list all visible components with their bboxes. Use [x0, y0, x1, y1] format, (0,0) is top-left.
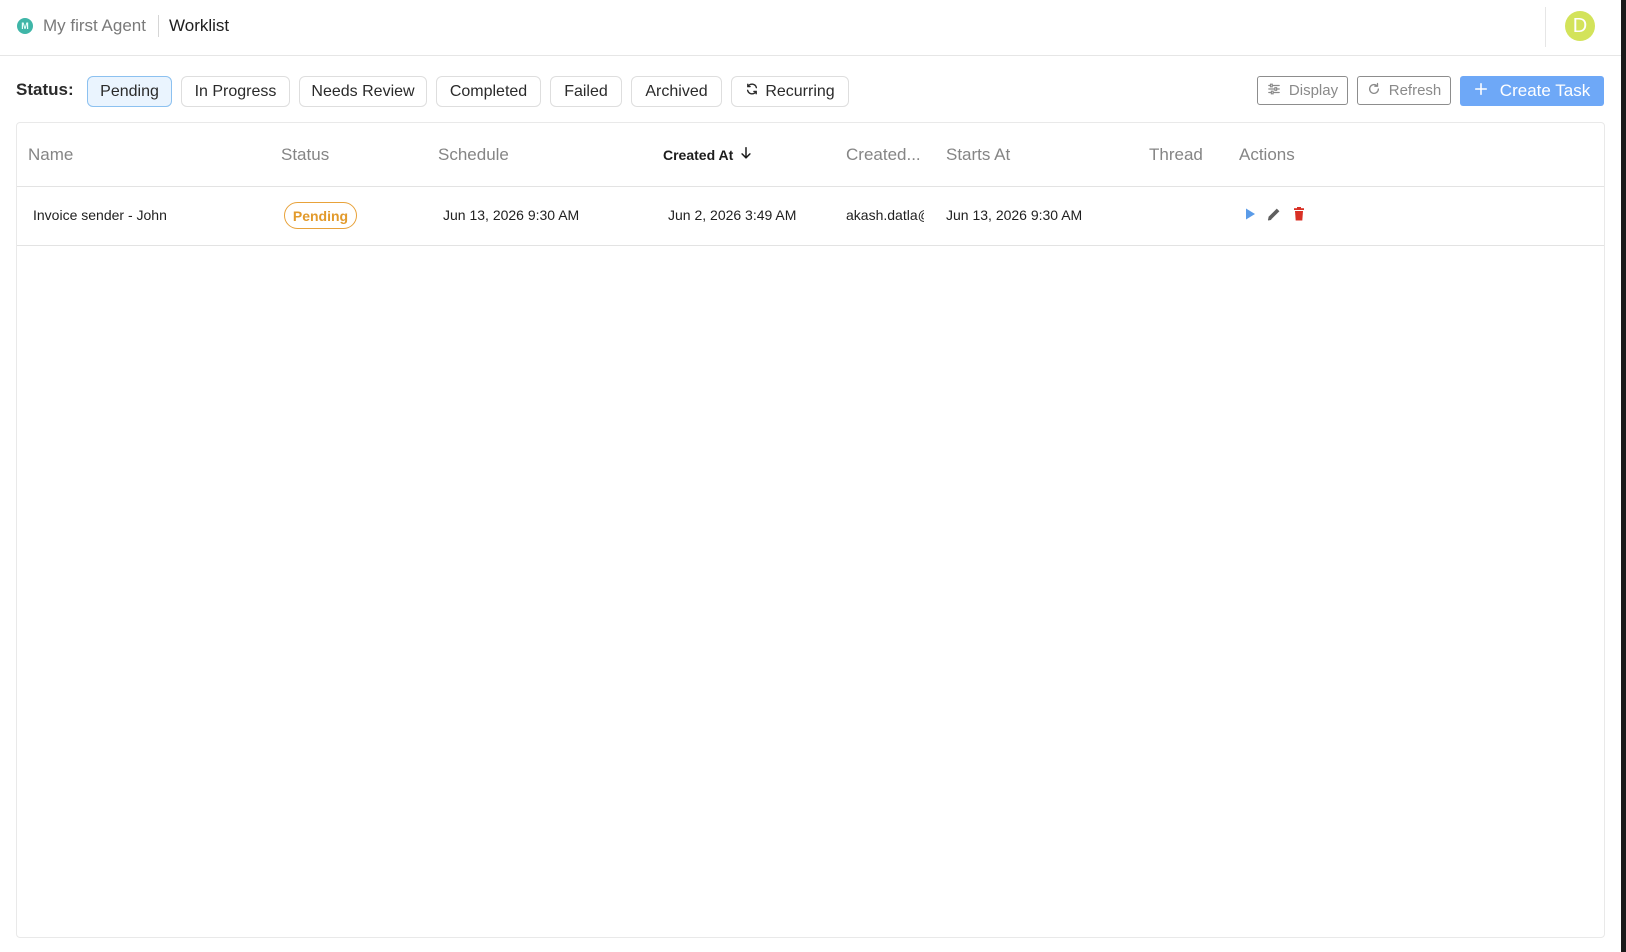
filter-chip-in-progress[interactable]: In Progress: [181, 76, 290, 107]
filter-chip-archived[interactable]: Archived: [631, 76, 722, 107]
column-header-name[interactable]: Name: [28, 145, 73, 165]
refresh-icon: [1367, 82, 1381, 100]
column-header-created-at[interactable]: Created At: [663, 146, 753, 163]
filter-chip-completed[interactable]: Completed: [436, 76, 541, 107]
cell-schedule: Jun 13, 2026 9:30 AM: [443, 207, 580, 223]
refresh-label: Refresh: [1388, 82, 1442, 99]
create-task-label: Create Task: [1499, 81, 1591, 100]
sort-desc-icon: [739, 146, 753, 163]
cell-created-by: akash.datla@: [846, 207, 924, 223]
chip-label: Completed: [449, 82, 528, 100]
top-header: M My first Agent Worklist D: [0, 0, 1621, 56]
cell-name[interactable]: Invoice sender - John: [33, 207, 167, 223]
task-table: Name Status Schedule Created At Created.…: [16, 122, 1605, 938]
table-row[interactable]: Invoice sender - John Pending Jun 13, 20…: [17, 187, 1604, 246]
cell-created-at: Jun 2, 2026 3:49 AM: [668, 207, 797, 223]
column-header-thread[interactable]: Thread: [1149, 145, 1203, 165]
filter-chip-needs-review[interactable]: Needs Review: [299, 76, 427, 107]
refresh-button[interactable]: Refresh: [1357, 76, 1451, 105]
column-header-status[interactable]: Status: [281, 145, 329, 165]
avatar[interactable]: D: [1565, 11, 1595, 41]
status-badge: Pending: [284, 202, 357, 229]
create-task-button[interactable]: Create Task: [1460, 76, 1604, 106]
window-edge: [1621, 0, 1626, 952]
column-header-created-by[interactable]: Created...: [846, 145, 921, 165]
breadcrumb-agent[interactable]: My first Agent: [43, 16, 146, 36]
plus-icon: [1474, 81, 1488, 101]
chip-label: Needs Review: [311, 82, 415, 100]
play-icon: [1242, 206, 1258, 227]
chip-label: Failed: [564, 82, 608, 100]
column-header-schedule[interactable]: Schedule: [438, 145, 509, 165]
run-task-button[interactable]: [1241, 207, 1259, 225]
page-title: Worklist: [169, 16, 230, 35]
sliders-icon: [1267, 82, 1281, 100]
header-divider: [1545, 7, 1546, 47]
chip-label: Recurring: [765, 82, 835, 100]
display-button[interactable]: Display: [1257, 76, 1348, 105]
delete-task-button[interactable]: [1290, 206, 1308, 227]
delete-icon: [1291, 206, 1307, 227]
status-filter-label: Status:: [16, 80, 74, 99]
cell-starts-at: Jun 13, 2026 9:30 AM: [946, 207, 1083, 223]
breadcrumb-divider: [158, 15, 159, 37]
edit-task-button[interactable]: [1265, 207, 1283, 225]
edit-icon: [1266, 206, 1282, 227]
table-header: Name Status Schedule Created At Created.…: [17, 123, 1604, 187]
display-label: Display: [1288, 82, 1339, 99]
app-window: M My first Agent Worklist D Status: Pend…: [0, 0, 1621, 952]
filter-chip-pending[interactable]: Pending: [87, 76, 172, 107]
chip-label: Archived: [645, 82, 708, 100]
chip-label: In Progress: [194, 82, 277, 100]
chip-label: Pending: [100, 82, 159, 100]
column-header-starts-at[interactable]: Starts At: [946, 145, 1010, 165]
column-header-actions: Actions: [1239, 145, 1295, 164]
agent-icon: M: [17, 18, 33, 34]
filter-chip-failed[interactable]: Failed: [550, 76, 622, 107]
filter-chip-recurring[interactable]: Recurring: [731, 76, 849, 107]
recurring-icon: [745, 82, 759, 101]
column-header-label: Created At: [663, 146, 734, 163]
